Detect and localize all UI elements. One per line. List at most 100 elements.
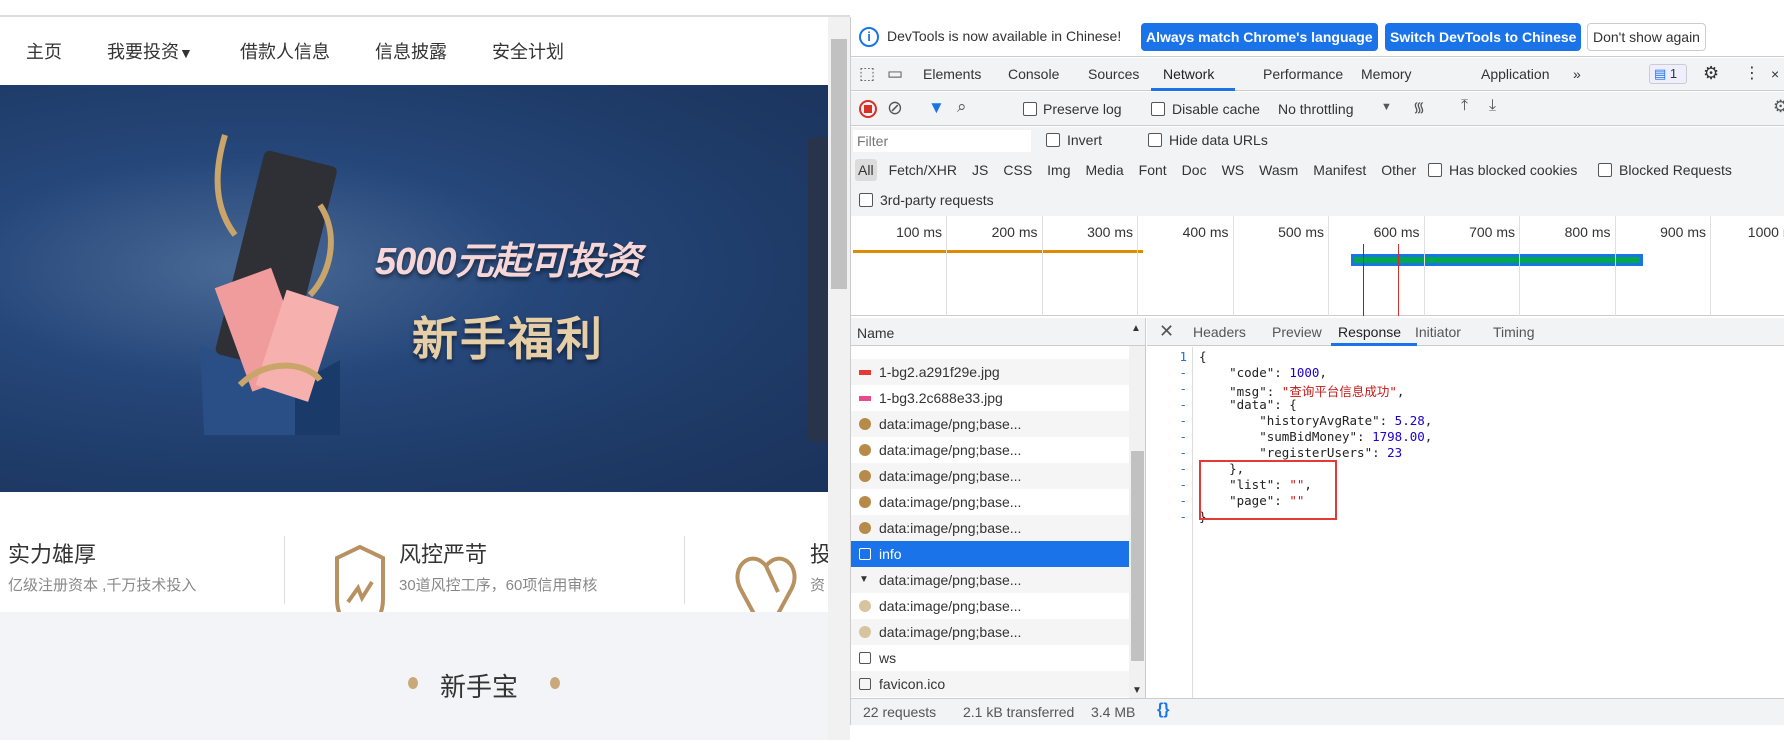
tab-sources[interactable]: Sources — [1088, 66, 1139, 82]
close-detail-icon[interactable]: ✕ — [1159, 321, 1174, 342]
issues-badge[interactable]: ▤ 1 — [1649, 64, 1687, 84]
dont-show-again-button[interactable]: Don't show again — [1587, 23, 1706, 51]
filter-input[interactable] — [853, 130, 1031, 152]
scrollbar-thumb[interactable] — [831, 39, 847, 289]
device-toolbar-icon[interactable]: ▭ — [887, 64, 903, 84]
third-party-checkbox[interactable] — [859, 193, 873, 207]
dropdown-arrow-icon[interactable]: ▼ — [1381, 101, 1392, 113]
response-body[interactable]: 1 ---------- { "code": 1000, "msg": "查询平… — [1147, 347, 1784, 698]
hide-data-urls-checkbox[interactable] — [1148, 133, 1162, 147]
throttling-select[interactable]: No throttling — [1278, 101, 1353, 117]
request-row[interactable]: ▼data:image/png;base... — [851, 567, 1129, 593]
timeline-tick-label: 400 ms — [1149, 224, 1229, 240]
detail-tab-headers[interactable]: Headers — [1193, 324, 1246, 340]
image-red-icon — [859, 370, 871, 375]
request-row[interactable]: data:image/png;base... — [851, 489, 1129, 515]
type-filter-font[interactable]: Font — [1136, 159, 1170, 181]
timeline-gridline — [1042, 216, 1043, 316]
network-settings-icon[interactable]: ⚙ — [1773, 97, 1784, 117]
request-row[interactable]: favicon.ico — [851, 671, 1129, 697]
tab-network[interactable]: Network — [1163, 66, 1214, 82]
type-filter-media[interactable]: Media — [1083, 159, 1127, 181]
kebab-menu-icon[interactable]: ⋮ — [1744, 63, 1760, 83]
type-filter-img[interactable]: Img — [1044, 159, 1073, 181]
type-filter-fetchxhr[interactable]: Fetch/XHR — [886, 159, 960, 181]
request-row[interactable]: data:image/png;base... — [851, 593, 1129, 619]
scroll-down-icon[interactable]: ▼ — [1132, 685, 1142, 696]
request-list-scrollbar[interactable]: ▼ — [1129, 346, 1146, 698]
request-row[interactable]: data:image/png;base... — [851, 437, 1129, 463]
clear-icon[interactable]: ⊘ — [887, 97, 903, 120]
request-row[interactable]: 1-bg3.2c688e33.jpg — [851, 385, 1129, 411]
type-filter-manifest[interactable]: Manifest — [1310, 159, 1369, 181]
type-filter-js[interactable]: JS — [969, 159, 991, 181]
timeline-tick-label: 800 ms — [1531, 224, 1611, 240]
has-blocked-cookies-checkbox[interactable] — [1428, 163, 1442, 177]
nav-security[interactable]: 安全计划 — [492, 38, 564, 64]
nav-borrower[interactable]: 借款人信息 — [240, 38, 330, 64]
import-har-icon[interactable]: ⤒ — [1461, 97, 1468, 115]
detail-tab-initiator[interactable]: Initiator — [1415, 324, 1461, 340]
type-filter-wasm[interactable]: Wasm — [1256, 159, 1301, 181]
tab-console[interactable]: Console — [1008, 66, 1059, 82]
request-row[interactable]: data:image/png;base... — [851, 515, 1129, 541]
hero-banner[interactable]: 5000元起可投资 新手福利 — [0, 85, 828, 492]
search-icon[interactable]: ⌕ — [957, 97, 967, 117]
switch-to-chinese-button[interactable]: Switch DevTools to Chinese — [1385, 23, 1581, 51]
nav-disclosure[interactable]: 信息披露 — [375, 38, 447, 64]
filter-funnel-icon[interactable]: ▼ — [928, 98, 945, 118]
type-filter-all[interactable]: All — [855, 159, 877, 181]
always-match-language-button[interactable]: Always match Chrome's language — [1141, 23, 1378, 51]
timeline-tick-label: 700 ms — [1435, 224, 1515, 240]
sort-up-icon[interactable]: ▲ — [1131, 323, 1141, 334]
info-icon: i — [859, 27, 879, 47]
detail-tab-timing[interactable]: Timing — [1493, 324, 1535, 340]
request-row[interactable]: 1-bg2.a291f29e.jpg — [851, 359, 1129, 385]
more-tabs-icon[interactable]: » — [1573, 66, 1581, 82]
request-row[interactable]: data:image/png;base... — [851, 619, 1129, 645]
nav-invest[interactable]: 我要投资▼ — [107, 38, 193, 64]
blocked-requests-checkbox[interactable] — [1598, 163, 1612, 177]
request-row[interactable]: data:image/png;base... — [851, 463, 1129, 489]
detail-tab-preview[interactable]: Preview — [1272, 324, 1322, 340]
detail-tab-response[interactable]: Response — [1338, 324, 1401, 340]
json-msg-value: 查询平台信息成功 — [1289, 384, 1389, 399]
tab-memory[interactable]: Memory — [1361, 66, 1412, 82]
name-column-header[interactable]: Name ▲ — [851, 318, 1146, 346]
tab-performance[interactable]: Performance — [1263, 66, 1343, 82]
page-scrollbar[interactable] — [828, 17, 850, 740]
network-conditions-icon[interactable]: ᯾ — [1413, 98, 1425, 117]
nav-home[interactable]: 主页 — [26, 38, 62, 64]
pretty-print-icon[interactable]: {} — [1157, 701, 1169, 719]
transferred-size: 2.1 kB transferred — [963, 704, 1074, 720]
invert-checkbox[interactable] — [1046, 133, 1060, 147]
close-devtools-icon[interactable]: × — [1771, 66, 1779, 82]
inspect-element-icon[interactable]: ⬚ — [859, 64, 875, 84]
floating-side-panel[interactable] — [808, 137, 828, 442]
request-row[interactable]: data:image/png;base... — [851, 411, 1129, 437]
json-code-value: 1000 — [1289, 365, 1319, 380]
tab-application[interactable]: Application — [1481, 66, 1550, 82]
tab-elements[interactable]: Elements — [923, 66, 981, 82]
record-stop-icon[interactable] — [859, 100, 877, 118]
request-name: data:image/png;base... — [879, 572, 1021, 588]
type-filter-other[interactable]: Other — [1378, 159, 1419, 181]
scrollbar-thumb[interactable] — [1131, 451, 1144, 661]
request-name: data:image/png;base... — [879, 520, 1021, 536]
type-filter-ws[interactable]: WS — [1219, 159, 1248, 181]
feature-subtitle: 资 — [810, 574, 825, 595]
request-row[interactable]: ws — [851, 645, 1129, 671]
timeline-gridline — [1137, 216, 1138, 316]
export-har-icon[interactable]: ⤓ — [1489, 97, 1496, 115]
type-filter-doc[interactable]: Doc — [1179, 159, 1210, 181]
request-row[interactable]: info — [851, 541, 1129, 567]
request-name: data:image/png;base... — [879, 598, 1021, 614]
settings-gear-icon[interactable]: ⚙ — [1703, 63, 1719, 84]
type-filter-css[interactable]: CSS — [1000, 159, 1035, 181]
disable-cache-checkbox[interactable] — [1151, 102, 1165, 116]
preserve-log-checkbox[interactable] — [1023, 102, 1037, 116]
network-timeline-overview[interactable]: 100 ms200 ms300 ms400 ms500 ms600 ms700 … — [851, 216, 1784, 316]
timeline-gridline — [1328, 216, 1329, 316]
image-gold-icon — [859, 522, 871, 534]
timeline-gridline — [1424, 216, 1425, 316]
